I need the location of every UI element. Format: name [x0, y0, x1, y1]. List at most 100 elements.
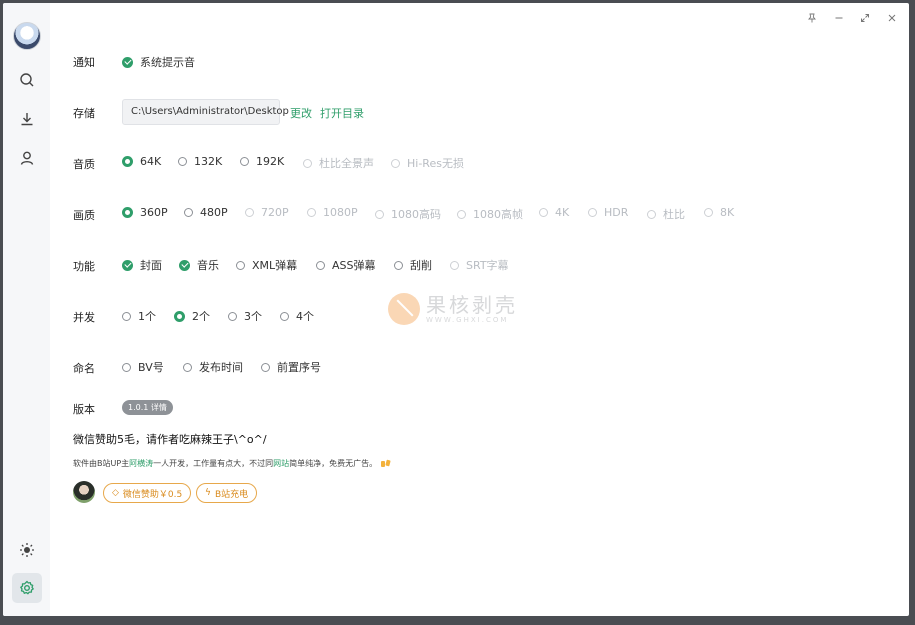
change-path-link[interactable]: 更改	[290, 105, 312, 121]
feature-scrape-checkbox[interactable]: 刮削	[394, 257, 432, 273]
video-option-1080-high-bitrate: 1080高码	[375, 206, 441, 222]
concurrency-option-label: 3个	[244, 310, 262, 323]
search-icon[interactable]	[16, 69, 38, 91]
feature-xml-danmaku-checkbox[interactable]: XML弹幕	[236, 257, 297, 273]
naming-option-bv[interactable]: BV号	[122, 359, 164, 375]
radio-icon	[122, 311, 131, 321]
video-option-label: HDR	[604, 206, 629, 219]
audio-option-64k[interactable]: 64K	[122, 155, 161, 168]
feature-label: 封面	[140, 259, 162, 272]
naming-option-publish-time[interactable]: 发布时间	[183, 359, 243, 375]
notify-label: 通知	[73, 56, 95, 69]
feature-label: 音乐	[197, 259, 219, 272]
audio-option-192k[interactable]: 192K	[240, 155, 284, 168]
unchecked-icon	[122, 362, 131, 372]
wechat-donate-label: 微信赞助￥0.5	[122, 489, 183, 500]
concurrency-option-2[interactable]: 2个	[174, 308, 210, 324]
concurrency-option-label: 4个	[296, 310, 314, 323]
feature-label: XML弹幕	[252, 259, 298, 272]
version-label: 版本	[73, 403, 95, 416]
video-option-480p[interactable]: 480P	[184, 206, 228, 219]
features-label: 功能	[73, 260, 95, 273]
donate-description: 软件由B站UP主阿横涛一人开发，工作量有点大，不过同网站简单纯净，免费无广告。	[73, 458, 392, 469]
restore-icon[interactable]	[858, 11, 872, 25]
radio-icon	[704, 208, 713, 217]
feature-music-checkbox[interactable]: 音乐	[179, 257, 219, 273]
audio-option-132k[interactable]: 132K	[178, 155, 222, 168]
video-option-8k: 8K	[704, 206, 734, 219]
audio-option-label: 192K	[256, 155, 285, 168]
audio-option-label: 132K	[194, 155, 223, 168]
system-sound-checkbox[interactable]: 系统提示音	[122, 54, 195, 70]
radio-selected-icon	[174, 310, 185, 322]
cheers-emoji-icon	[380, 459, 392, 469]
concurrency-option-label: 1个	[138, 310, 156, 323]
video-option-720p: 720P	[245, 206, 289, 219]
radio-icon	[280, 311, 289, 321]
settings-gear-icon[interactable]	[16, 577, 38, 599]
wechat-donate-button[interactable]: ◇ 微信赞助￥0.5	[103, 483, 192, 503]
author-link[interactable]: 阿横涛	[129, 459, 153, 468]
pin-icon[interactable]	[805, 11, 819, 25]
naming-option-prefix-index[interactable]: 前置序号	[261, 359, 321, 375]
audio-option-label: Hi-Res无损	[407, 157, 464, 170]
download-icon[interactable]	[16, 108, 38, 130]
close-icon[interactable]	[885, 11, 899, 25]
audio-option-label: 杜比全景声	[319, 157, 374, 170]
desc-text: 简单纯净，免费无广告。	[289, 459, 378, 468]
author-avatar	[73, 481, 95, 503]
video-option-label: 1080高码	[391, 208, 441, 221]
open-directory-link[interactable]: 打开目录	[320, 105, 364, 121]
audio-option-hires: Hi-Res无损	[391, 155, 464, 171]
user-avatar[interactable]	[13, 22, 41, 50]
radio-icon	[588, 208, 597, 217]
unchecked-icon	[316, 260, 325, 270]
radio-icon	[228, 311, 237, 321]
user-icon[interactable]	[16, 147, 38, 169]
video-label: 画质	[73, 209, 95, 222]
video-option-360p[interactable]: 360P	[122, 206, 168, 219]
theme-sun-icon[interactable]	[16, 539, 38, 561]
audio-option-dolby-atmos: 杜比全景声	[303, 155, 374, 171]
radio-icon	[303, 158, 312, 168]
naming-option-label: 发布时间	[199, 361, 243, 374]
video-option-label: 720P	[261, 206, 289, 219]
radio-icon	[178, 157, 187, 166]
desc-text: 一人开发，工作量有点大，不过同	[153, 459, 274, 468]
feature-srt-subtitle-checkbox: SRT字幕	[450, 257, 509, 273]
storage-path-field[interactable]: C:\Users\Administrator\Desktop	[122, 99, 289, 125]
video-option-label: 360P	[140, 206, 168, 219]
concurrency-option-3[interactable]: 3个	[228, 308, 262, 324]
check-icon	[122, 259, 133, 271]
bili-charge-label: B站充电	[214, 489, 249, 500]
video-option-1080-high-fps: 1080高帧	[457, 206, 523, 222]
app-window: 通知 系统提示音 存储 C:\Users\Administrator\Deskt…	[3, 3, 909, 616]
feature-cover-checkbox[interactable]: 封面	[122, 257, 162, 273]
naming-option-label: 前置序号	[277, 361, 321, 374]
desc-text: 软件由B站UP主	[73, 459, 130, 468]
unchecked-icon	[394, 260, 403, 270]
radio-selected-icon	[122, 207, 133, 218]
storage-label: 存储	[73, 107, 95, 120]
concurrency-option-1[interactable]: 1个	[122, 308, 156, 324]
video-option-hdr: HDR	[588, 206, 628, 219]
video-option-label: 480P	[200, 206, 228, 219]
video-option-label: 4K	[555, 206, 570, 219]
concurrency-option-4[interactable]: 4个	[280, 308, 314, 324]
audio-label: 音质	[73, 158, 95, 171]
naming-option-label: BV号	[138, 361, 164, 374]
radio-icon	[184, 208, 193, 217]
minimize-icon[interactable]	[832, 11, 846, 25]
site-link[interactable]: 网站	[273, 459, 289, 468]
video-option-dolby: 杜比	[647, 206, 685, 222]
unchecked-icon	[450, 260, 459, 270]
diamond-icon: ◇	[112, 488, 119, 498]
watermark-text: 果核剥壳	[426, 293, 518, 317]
radio-icon	[391, 158, 400, 168]
bili-charge-button[interactable]: ϟ B站充电	[196, 483, 258, 503]
radio-icon	[245, 208, 254, 217]
watermark-url: WWW.GHXI.COM	[426, 316, 509, 324]
unchecked-icon	[183, 362, 192, 372]
version-badge[interactable]: 1.0.1 详情	[122, 400, 173, 415]
feature-ass-danmaku-checkbox[interactable]: ASS弹幕	[316, 257, 376, 273]
